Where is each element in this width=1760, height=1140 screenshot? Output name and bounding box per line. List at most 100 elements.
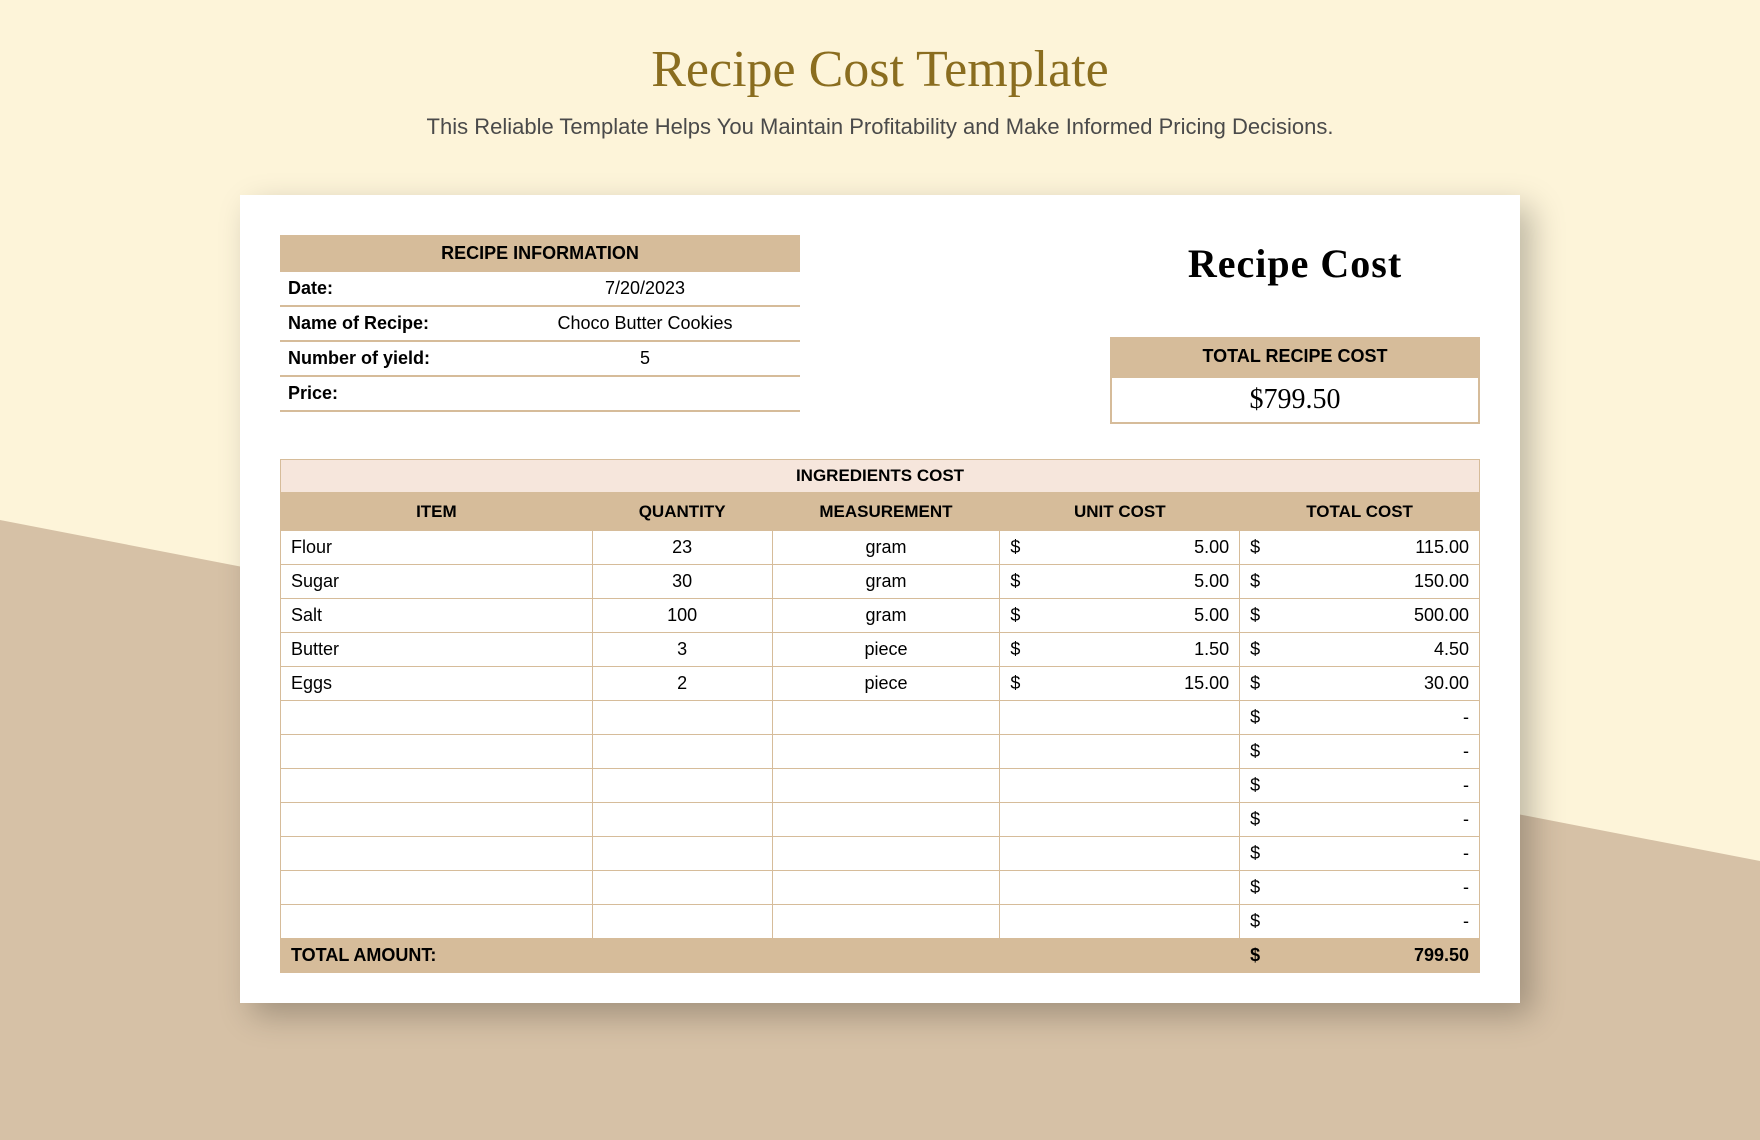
total-cost-value: $799.50: [1110, 376, 1480, 424]
cell-unit-cost: [1000, 803, 1240, 837]
cell-measurement: [772, 871, 1000, 905]
cell-total-cost: $-: [1240, 803, 1480, 837]
cell-item: [281, 837, 593, 871]
cell-quantity: [592, 735, 772, 769]
total-cost-number: 30.00: [1424, 673, 1469, 694]
unit-cost-number: 5.00: [1194, 571, 1229, 592]
currency-symbol: $: [1250, 877, 1260, 898]
cell-unit-cost: [1000, 735, 1240, 769]
info-row-name: Name of Recipe: Choco Butter Cookies: [280, 307, 800, 342]
table-row: $-: [281, 905, 1480, 939]
cell-measurement: gram: [772, 565, 1000, 599]
cell-unit-cost: $5.00: [1000, 599, 1240, 633]
currency-symbol: $: [1010, 571, 1020, 592]
page-title: Recipe Cost Template: [0, 40, 1760, 99]
recipe-info-header: RECIPE INFORMATION: [280, 235, 800, 272]
cell-total-cost: $-: [1240, 871, 1480, 905]
table-row: $-: [281, 735, 1480, 769]
cell-unit-cost: [1000, 701, 1240, 735]
currency-symbol: $: [1010, 605, 1020, 626]
table-row: $-: [281, 837, 1480, 871]
cell-quantity: [592, 769, 772, 803]
page-subtitle: This Reliable Template Helps You Maintai…: [0, 114, 1760, 140]
total-cost-number: -: [1463, 741, 1469, 762]
th-unit-cost: UNIT COST: [1000, 494, 1240, 531]
currency-symbol: $: [1010, 639, 1020, 660]
info-row-price: Price:: [280, 377, 800, 412]
cell-total-cost: $4.50: [1240, 633, 1480, 667]
table-row: Flour23gram $5.00 $115.00: [281, 531, 1480, 565]
cell-item: Butter: [281, 633, 593, 667]
total-cost-number: 150.00: [1414, 571, 1469, 592]
currency-symbol: $: [1250, 605, 1260, 626]
recipe-info-block: RECIPE INFORMATION Date: 7/20/2023 Name …: [280, 235, 800, 412]
top-section: RECIPE INFORMATION Date: 7/20/2023 Name …: [280, 235, 1480, 424]
ingredients-table: ITEM QUANTITY MEASUREMENT UNIT COST TOTA…: [280, 493, 1480, 973]
table-row: $-: [281, 871, 1480, 905]
cell-item: [281, 871, 593, 905]
table-row: $-: [281, 769, 1480, 803]
total-cost-number: -: [1463, 775, 1469, 796]
cell-total-cost: $500.00: [1240, 599, 1480, 633]
table-row: $-: [281, 803, 1480, 837]
total-amount-value: $ 799.50: [1240, 939, 1480, 973]
cell-total-cost: $-: [1240, 905, 1480, 939]
table-row: Butter3piece$1.50$4.50: [281, 633, 1480, 667]
unit-cost-number: 5.00: [1194, 537, 1229, 558]
cell-measurement: [772, 905, 1000, 939]
cell-unit-cost: [1000, 871, 1240, 905]
price-value: [490, 377, 800, 410]
date-label: Date:: [280, 272, 490, 305]
cell-quantity: [592, 905, 772, 939]
cell-total-cost: $-: [1240, 837, 1480, 871]
cell-unit-cost: $1.50: [1000, 633, 1240, 667]
info-row-yield: Number of yield: 5: [280, 342, 800, 377]
cell-unit-cost: $5.00: [1000, 565, 1240, 599]
cell-item: [281, 701, 593, 735]
total-amount-row: TOTAL AMOUNT: $ 799.50: [281, 939, 1480, 973]
cell-measurement: gram: [772, 599, 1000, 633]
currency-symbol: $: [1250, 809, 1260, 830]
cell-item: Flour: [281, 531, 593, 565]
cell-quantity: [592, 837, 772, 871]
currency-symbol: $: [1010, 537, 1020, 558]
table-row: Sugar30gram$5.00$150.00: [281, 565, 1480, 599]
currency-symbol: $: [1250, 571, 1260, 592]
cell-total-cost: $115.00: [1240, 531, 1480, 565]
cell-measurement: [772, 837, 1000, 871]
cell-quantity: 23: [592, 531, 772, 565]
currency-symbol: $: [1250, 945, 1260, 966]
cell-measurement: gram: [772, 531, 1000, 565]
ingredients-title: INGREDIENTS COST: [280, 459, 1480, 493]
unit-cost-number: 15.00: [1184, 673, 1229, 694]
th-item: ITEM: [281, 494, 593, 531]
name-value: Choco Butter Cookies: [490, 307, 800, 340]
currency-symbol: $: [1250, 537, 1260, 558]
cell-measurement: piece: [772, 667, 1000, 701]
total-cost-label: TOTAL RECIPE COST: [1110, 337, 1480, 376]
table-row: Salt100gram$5.00$500.00: [281, 599, 1480, 633]
cell-item: Eggs: [281, 667, 593, 701]
ingredients-header-row: ITEM QUANTITY MEASUREMENT UNIT COST TOTA…: [281, 494, 1480, 531]
unit-cost-number: 1.50: [1194, 639, 1229, 660]
table-row: Eggs2piece$15.00$30.00: [281, 667, 1480, 701]
info-row-date: Date: 7/20/2023: [280, 272, 800, 307]
cell-unit-cost: [1000, 905, 1240, 939]
cell-measurement: [772, 735, 1000, 769]
total-cost-number: 500.00: [1414, 605, 1469, 626]
total-amount-label: TOTAL AMOUNT:: [281, 939, 1240, 973]
cell-total-cost: $30.00: [1240, 667, 1480, 701]
cell-total-cost: $150.00: [1240, 565, 1480, 599]
total-cost-number: -: [1463, 843, 1469, 864]
total-cost-number: -: [1463, 877, 1469, 898]
unit-cost-number: 5.00: [1194, 605, 1229, 626]
cell-measurement: [772, 701, 1000, 735]
spreadsheet-card: RECIPE INFORMATION Date: 7/20/2023 Name …: [240, 195, 1520, 1003]
cell-quantity: [592, 871, 772, 905]
cell-unit-cost: [1000, 769, 1240, 803]
date-value: 7/20/2023: [490, 272, 800, 305]
currency-symbol: $: [1250, 639, 1260, 660]
price-label: Price:: [280, 377, 490, 410]
total-cost-number: -: [1463, 911, 1469, 932]
cell-item: Sugar: [281, 565, 593, 599]
